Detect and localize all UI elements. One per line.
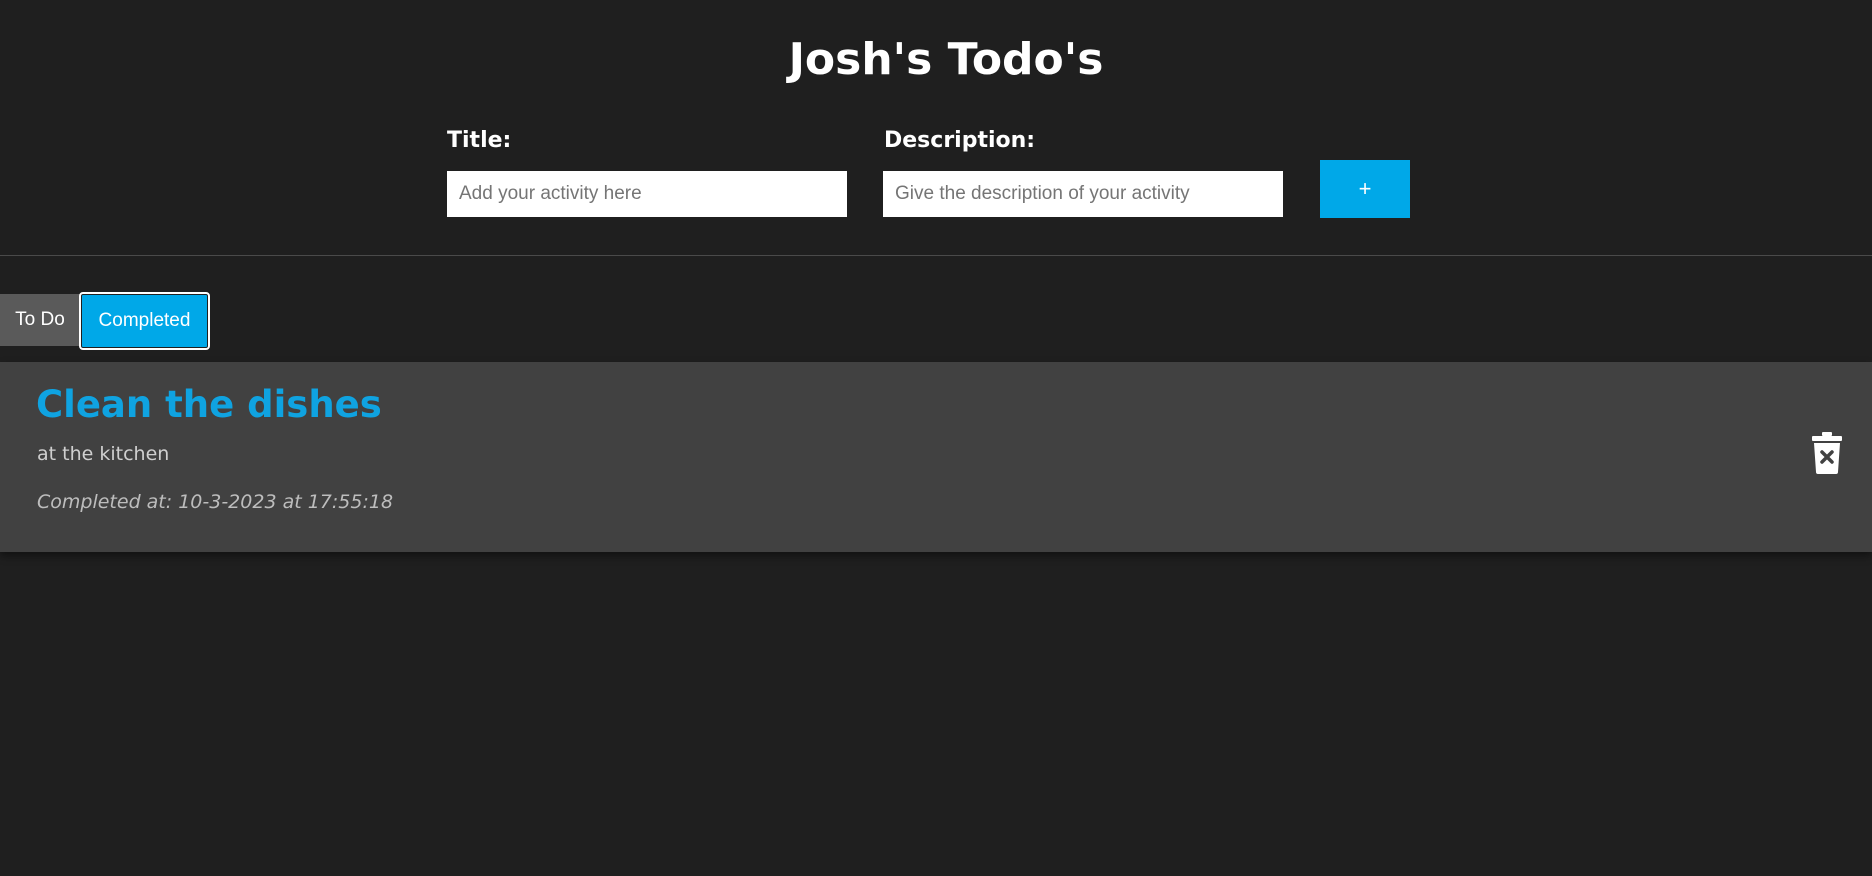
tab-completed[interactable]: Completed bbox=[79, 292, 210, 350]
trash-x-icon bbox=[1812, 432, 1850, 474]
todo-item: Clean the dishes at the kitchen Complete… bbox=[0, 362, 1872, 552]
page-title: Josh's Todo's bbox=[788, 34, 1104, 85]
description-label: Description: bbox=[884, 128, 1036, 153]
todo-completed-timestamp: Completed at: 10-3-2023 at 17:55:18 bbox=[37, 491, 394, 513]
delete-todo-button[interactable] bbox=[1812, 430, 1850, 476]
title-label: Title: bbox=[447, 128, 512, 153]
tab-todo[interactable]: To Do bbox=[0, 294, 80, 346]
todo-description: at the kitchen bbox=[37, 443, 170, 465]
todo-title: Clean the dishes bbox=[36, 383, 382, 426]
title-input[interactable] bbox=[447, 171, 847, 217]
add-todo-button[interactable]: + bbox=[1320, 160, 1410, 218]
divider bbox=[0, 255, 1872, 256]
description-input[interactable] bbox=[883, 171, 1283, 217]
